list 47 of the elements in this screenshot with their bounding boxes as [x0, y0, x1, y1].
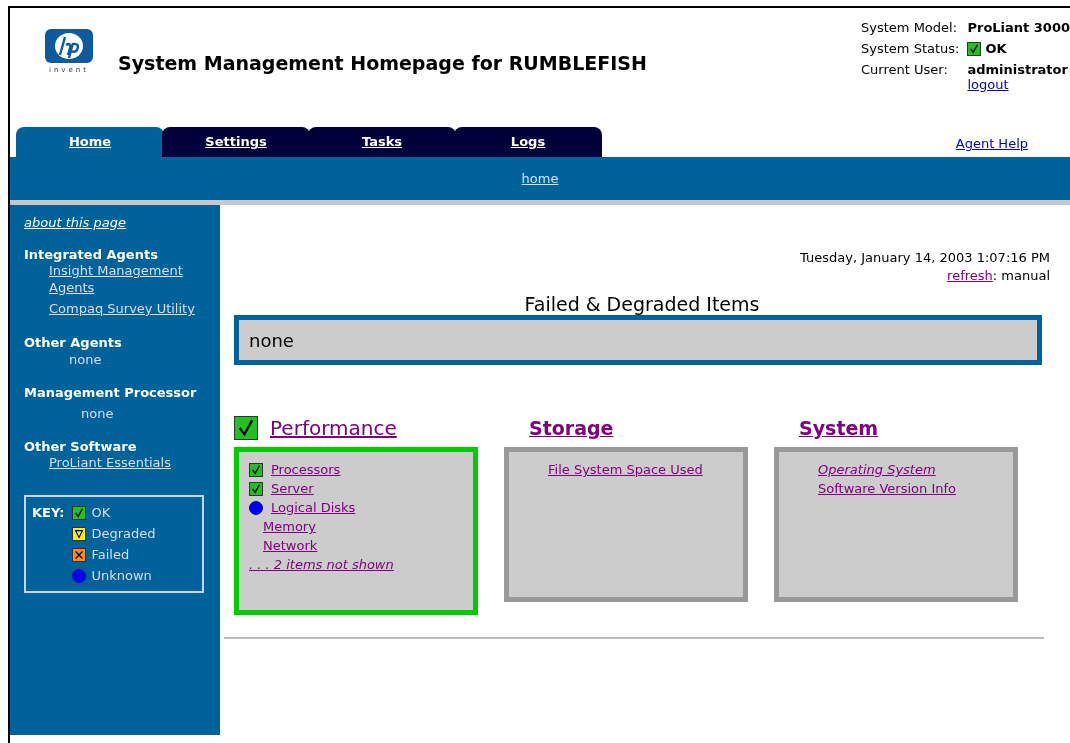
sidebar-heading: Other Agents: [24, 335, 123, 350]
key-title: KEY:: [32, 505, 65, 522]
timestamp: Tuesday, January 14, 2003 1:07:16 PM: [799, 249, 1050, 267]
sidebar-empty-text: none: [81, 406, 115, 421]
sidebar-empty-text: none: [69, 352, 103, 367]
nav-tab[interactable]: Home: [16, 127, 164, 157]
info-value: OK: [985, 41, 1007, 56]
nav-tab[interactable]: Settings: [162, 127, 310, 157]
sidebar-link[interactable]: Compaq Survey Utility: [49, 300, 209, 317]
refresh-value: : manual: [992, 268, 1050, 283]
info-label: Current User:: [861, 62, 949, 77]
page-title: System Management Homepage for RUMBLEFISH: [118, 52, 648, 74]
panel-item-link[interactable]: Network: [263, 538, 318, 553]
panel-item-link[interactable]: Operating System: [818, 462, 936, 477]
section-heading: Failed & Degraded Items: [523, 293, 761, 315]
info-value: administrator: [967, 62, 1068, 77]
info-value: ProLiant 3000: [967, 20, 1070, 35]
sidebar-link[interactable]: ProLiant Essentials: [49, 454, 209, 471]
panel-item-link[interactable]: Software Version Info: [818, 481, 956, 496]
nav-tab[interactable]: Tasks: [308, 127, 456, 157]
panel-item-link[interactable]: Server: [271, 481, 314, 496]
panel-title-link[interactable]: Performance: [270, 416, 397, 440]
key-label: Unknown: [91, 568, 152, 583]
panel-item-link[interactable]: . . . 2 items not shown: [249, 557, 394, 572]
panel-item-link[interactable]: Logical Disks: [271, 500, 356, 515]
panel-title-link[interactable]: System: [799, 417, 879, 439]
sidebar-heading: Management Processor: [24, 385, 198, 400]
breadcrumb-link[interactable]: home: [521, 171, 559, 186]
sidebar-link[interactable]: Insight Management Agents: [49, 262, 209, 296]
info-label: System Model:: [861, 20, 959, 35]
failed-items-value: none: [249, 329, 294, 351]
refresh-link[interactable]: refresh: [947, 268, 993, 283]
key-label: OK: [91, 505, 111, 520]
agent-help-link[interactable]: Agent Help: [955, 136, 1028, 151]
logout-link[interactable]: logout: [967, 77, 1070, 92]
panel-item-link[interactable]: File System Space Used: [548, 462, 703, 477]
about-link[interactable]: about this page: [24, 215, 220, 230]
sidebar-heading: Integrated Agents: [24, 247, 159, 262]
key-label: Degraded: [91, 526, 156, 541]
nav-tab[interactable]: Logs: [454, 127, 602, 157]
panel-item-link[interactable]: Processors: [271, 462, 341, 477]
panel-item-link[interactable]: Memory: [263, 519, 316, 534]
hp-logo-icon: [44, 28, 94, 64]
sidebar-heading: Other Software: [24, 439, 138, 454]
key-label: Failed: [91, 547, 130, 562]
panel-title-link[interactable]: Storage: [529, 417, 614, 439]
info-label: System Status:: [861, 41, 960, 56]
